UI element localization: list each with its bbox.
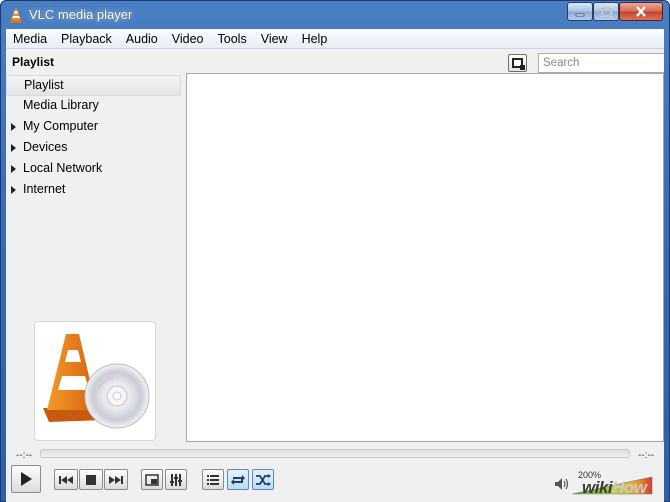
speaker-icon[interactable] <box>554 477 570 491</box>
vlc-window: VLC media player Media Playback Audio Vi… <box>0 0 670 502</box>
extended-settings-button[interactable] <box>165 469 187 490</box>
close-icon <box>636 6 646 17</box>
play-button[interactable] <box>11 465 41 493</box>
skip-back-icon <box>59 475 73 484</box>
sidebar-item-label: Playlist <box>24 78 64 92</box>
search-input[interactable]: Search <box>538 53 664 73</box>
sidebar-item-my-computer[interactable]: My Computer <box>6 117 184 138</box>
playlist-view[interactable] <box>186 73 664 442</box>
menu-video[interactable]: Video <box>165 29 211 49</box>
minimize-icon <box>575 13 585 16</box>
watermark: wikiHow <box>582 478 647 497</box>
title-bar[interactable]: VLC media player <box>1 1 669 29</box>
playlist-view-mode-button[interactable] <box>508 54 527 72</box>
vlc-cone-icon <box>10 7 22 23</box>
menu-view[interactable]: View <box>254 29 295 49</box>
playlist-toggle-button[interactable] <box>202 469 224 490</box>
sidebar-item-label: My Computer <box>23 119 99 133</box>
main-area: Media Playback Audio Video Tools View He… <box>6 29 664 502</box>
expand-arrow-icon[interactable] <box>11 186 16 194</box>
remaining-time: --:-- <box>638 450 655 461</box>
stop-button[interactable] <box>79 469 103 490</box>
next-button[interactable] <box>104 469 128 490</box>
close-button[interactable] <box>619 2 663 21</box>
sidebar-item-internet[interactable]: Internet <box>6 180 184 201</box>
previous-button[interactable] <box>54 469 78 490</box>
menu-playback[interactable]: Playback <box>54 29 119 49</box>
sidebar-item-label: Media Library <box>23 98 99 112</box>
sidebar-item-label: Internet <box>23 182 66 196</box>
menu-bar: Media Playback Audio Video Tools View He… <box>6 29 664 49</box>
album-art <box>34 321 156 441</box>
vlc-cone-with-disc-icon <box>43 334 150 429</box>
maximize-icon <box>600 6 612 17</box>
loop-button[interactable] <box>227 469 249 490</box>
equalizer-icon <box>170 473 182 486</box>
menu-audio[interactable]: Audio <box>119 29 165 49</box>
elapsed-time: --:-- <box>16 450 33 461</box>
menu-tools[interactable]: Tools <box>211 29 254 49</box>
sidebar: Playlist Media Library My Computer Devic… <box>6 75 184 201</box>
menu-media[interactable]: Media <box>6 29 54 49</box>
sidebar-item-local-network[interactable]: Local Network <box>6 159 184 180</box>
list-icon <box>207 474 219 485</box>
sidebar-item-devices[interactable]: Devices <box>6 138 184 159</box>
random-button[interactable] <box>252 469 274 490</box>
seek-slider[interactable] <box>40 449 630 458</box>
view-mode-icon <box>512 58 525 70</box>
sidebar-item-playlist[interactable]: Playlist <box>6 75 181 96</box>
play-icon <box>21 472 32 486</box>
fullscreen-button[interactable] <box>141 469 163 490</box>
sidebar-item-media-library[interactable]: Media Library <box>6 96 184 117</box>
sidebar-item-label: Local Network <box>23 161 103 175</box>
fullscreen-icon <box>145 473 159 486</box>
maximize-button[interactable] <box>593 2 619 21</box>
window-title: VLC media player <box>29 7 133 22</box>
menu-help[interactable]: Help <box>295 29 335 49</box>
expand-arrow-icon[interactable] <box>11 144 16 152</box>
shuffle-icon <box>256 473 271 486</box>
expand-arrow-icon[interactable] <box>11 123 16 131</box>
minimize-button[interactable] <box>567 2 593 21</box>
expand-arrow-icon[interactable] <box>11 165 16 173</box>
playlist-header: Playlist <box>12 55 55 69</box>
loop-icon <box>231 474 245 485</box>
skip-forward-icon <box>109 475 123 484</box>
stop-icon <box>86 474 96 485</box>
sidebar-item-label: Devices <box>23 140 68 154</box>
